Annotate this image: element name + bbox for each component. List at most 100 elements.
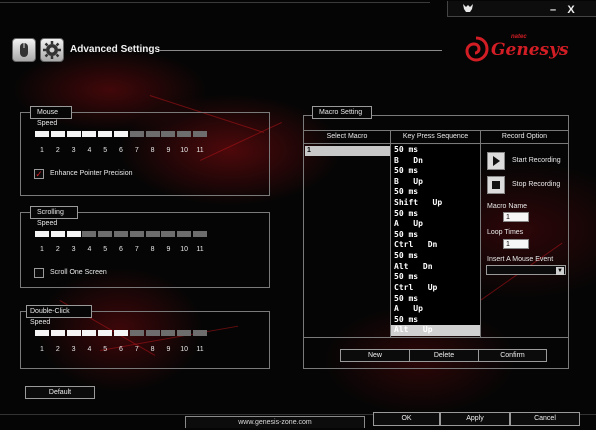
- slider-tick-label: 1: [40, 346, 44, 353]
- double-click-speed-legend: Double-Click Speed: [26, 305, 92, 326]
- cancel-button[interactable]: Cancel: [510, 412, 580, 426]
- slider-segment[interactable]: [50, 131, 65, 137]
- slider-segment[interactable]: [129, 131, 144, 137]
- ok-button[interactable]: OK: [373, 412, 440, 426]
- sequence-item[interactable]: 50 ms: [391, 166, 480, 177]
- scroll-one-screen-label: Scroll One Screen: [50, 269, 107, 276]
- macro-name-input[interactable]: 1: [503, 212, 529, 222]
- sequence-item[interactable]: 50 ms: [391, 187, 480, 198]
- sequence-item[interactable]: Ctrl Up: [391, 283, 480, 294]
- apply-button[interactable]: Apply: [440, 412, 510, 426]
- delete-macro-button[interactable]: Delete: [409, 349, 479, 362]
- sequence-item[interactable]: Alt Dn: [391, 262, 480, 273]
- scrolling-speed-slider[interactable]: [35, 231, 215, 237]
- brand-logo: natec Genesys: [463, 34, 578, 64]
- sequence-item[interactable]: 50 ms: [391, 315, 480, 326]
- brand-swirl-icon: [465, 36, 489, 62]
- sequence-item[interactable]: A Up: [391, 304, 480, 315]
- slider-segment[interactable]: [145, 330, 160, 336]
- slider-segment[interactable]: [98, 330, 113, 336]
- slider-segment[interactable]: [50, 231, 65, 237]
- stop-recording-button[interactable]: [487, 176, 505, 194]
- sequence-item[interactable]: B Up: [391, 177, 480, 188]
- app-emblem-icon[interactable]: [462, 3, 474, 14]
- sequence-item[interactable]: 50 ms: [391, 145, 480, 156]
- slider-segment[interactable]: [129, 330, 144, 336]
- play-icon: [493, 156, 500, 166]
- sequence-item[interactable]: B Dn: [391, 156, 480, 167]
- stop-recording-label: Stop Recording: [512, 181, 561, 188]
- slider-segment[interactable]: [82, 131, 97, 137]
- website-link[interactable]: www.genesis-zone.com: [185, 416, 365, 428]
- slider-segment[interactable]: [193, 131, 207, 137]
- macro-list-item[interactable]: 1: [305, 146, 390, 156]
- sequence-item[interactable]: 50 ms: [391, 251, 480, 262]
- slider-segment[interactable]: [145, 131, 160, 137]
- slider-segment[interactable]: [66, 330, 81, 336]
- sequence-item[interactable]: Shift Up: [391, 198, 480, 209]
- start-recording-button[interactable]: [487, 152, 505, 170]
- sequence-item[interactable]: 50 ms: [391, 272, 480, 283]
- slider-segment[interactable]: [161, 330, 176, 336]
- slider-segment[interactable]: [129, 231, 144, 237]
- mouse-tab-button[interactable]: [12, 38, 36, 62]
- slider-segment[interactable]: [114, 330, 128, 336]
- slider-segment[interactable]: [35, 330, 49, 336]
- sequence-item[interactable]: 50 ms: [391, 209, 480, 220]
- slider-tick-label: 3: [71, 147, 76, 154]
- slider-segment[interactable]: [161, 131, 176, 137]
- slider-tick-label: 11: [196, 246, 204, 253]
- slider-segment[interactable]: [177, 330, 192, 336]
- double-click-speed-group: [20, 311, 270, 369]
- mouse-speed-legend: Mouse Speed: [30, 106, 72, 127]
- settings-tab-button[interactable]: [40, 38, 64, 62]
- mouse-speed-ticks: 1 2 3 4 5 6 7 8 9 10 11: [35, 147, 215, 157]
- slider-segment[interactable]: [98, 231, 113, 237]
- sequence-item[interactable]: Alt Up: [391, 325, 480, 336]
- slider-segment[interactable]: [114, 131, 128, 137]
- window-controls: – X: [447, 1, 596, 17]
- slider-segment[interactable]: [177, 131, 192, 137]
- close-button[interactable]: X: [564, 5, 578, 16]
- slider-segment[interactable]: [114, 231, 128, 237]
- slider-segment[interactable]: [66, 231, 81, 237]
- slider-tick-label: 3: [71, 346, 76, 353]
- slider-segment[interactable]: [193, 330, 207, 336]
- mouse-speed-slider[interactable]: [35, 131, 215, 137]
- gear-icon: [43, 41, 61, 59]
- scroll-one-screen-checkbox[interactable]: [34, 268, 44, 278]
- slider-tick-label: 7: [134, 147, 139, 154]
- new-macro-button[interactable]: New: [340, 349, 410, 362]
- confirm-macro-button[interactable]: Confirm: [478, 349, 547, 362]
- insert-mouse-event-dropdown[interactable]: ▼: [486, 265, 566, 275]
- slider-tick-label: 2: [55, 246, 60, 253]
- sequence-item[interactable]: 50 ms: [391, 294, 480, 305]
- sequence-item[interactable]: A Up: [391, 219, 480, 230]
- slider-segment[interactable]: [35, 131, 49, 137]
- sequence-item[interactable]: 50 ms: [391, 230, 480, 241]
- default-button[interactable]: Default: [25, 386, 95, 399]
- brand-product: Genesys: [491, 40, 569, 60]
- chevron-down-icon[interactable]: ▼: [556, 267, 564, 275]
- slider-segment[interactable]: [145, 231, 160, 237]
- slider-segment[interactable]: [193, 231, 207, 237]
- slider-segment[interactable]: [50, 330, 65, 336]
- slider-tick-label: 8: [150, 147, 155, 154]
- slider-segment[interactable]: [66, 131, 81, 137]
- double-click-speed-slider[interactable]: [35, 330, 215, 336]
- minimize-button[interactable]: –: [546, 5, 560, 16]
- key-press-sequence-list[interactable]: 50 ms B Dn 50 ms B Up 50 ms Shift Up 50 ms A Up…: [391, 145, 480, 336]
- sequence-item[interactable]: Ctrl Dn: [391, 240, 480, 251]
- slider-tick-label: 10: [180, 246, 189, 253]
- slider-segment[interactable]: [177, 231, 192, 237]
- slider-segment[interactable]: [98, 131, 113, 137]
- enhance-pointer-precision-checkbox[interactable]: ✓: [34, 169, 44, 179]
- slider-segment[interactable]: [35, 231, 49, 237]
- scrolling-speed-legend: Scrolling Speed: [30, 206, 78, 227]
- slider-segment[interactable]: [82, 231, 97, 237]
- check-icon: ✓: [35, 169, 43, 179]
- slider-segment[interactable]: [161, 231, 176, 237]
- mouse-icon: [20, 43, 28, 57]
- slider-segment[interactable]: [82, 330, 97, 336]
- loop-times-input[interactable]: 1: [503, 239, 529, 249]
